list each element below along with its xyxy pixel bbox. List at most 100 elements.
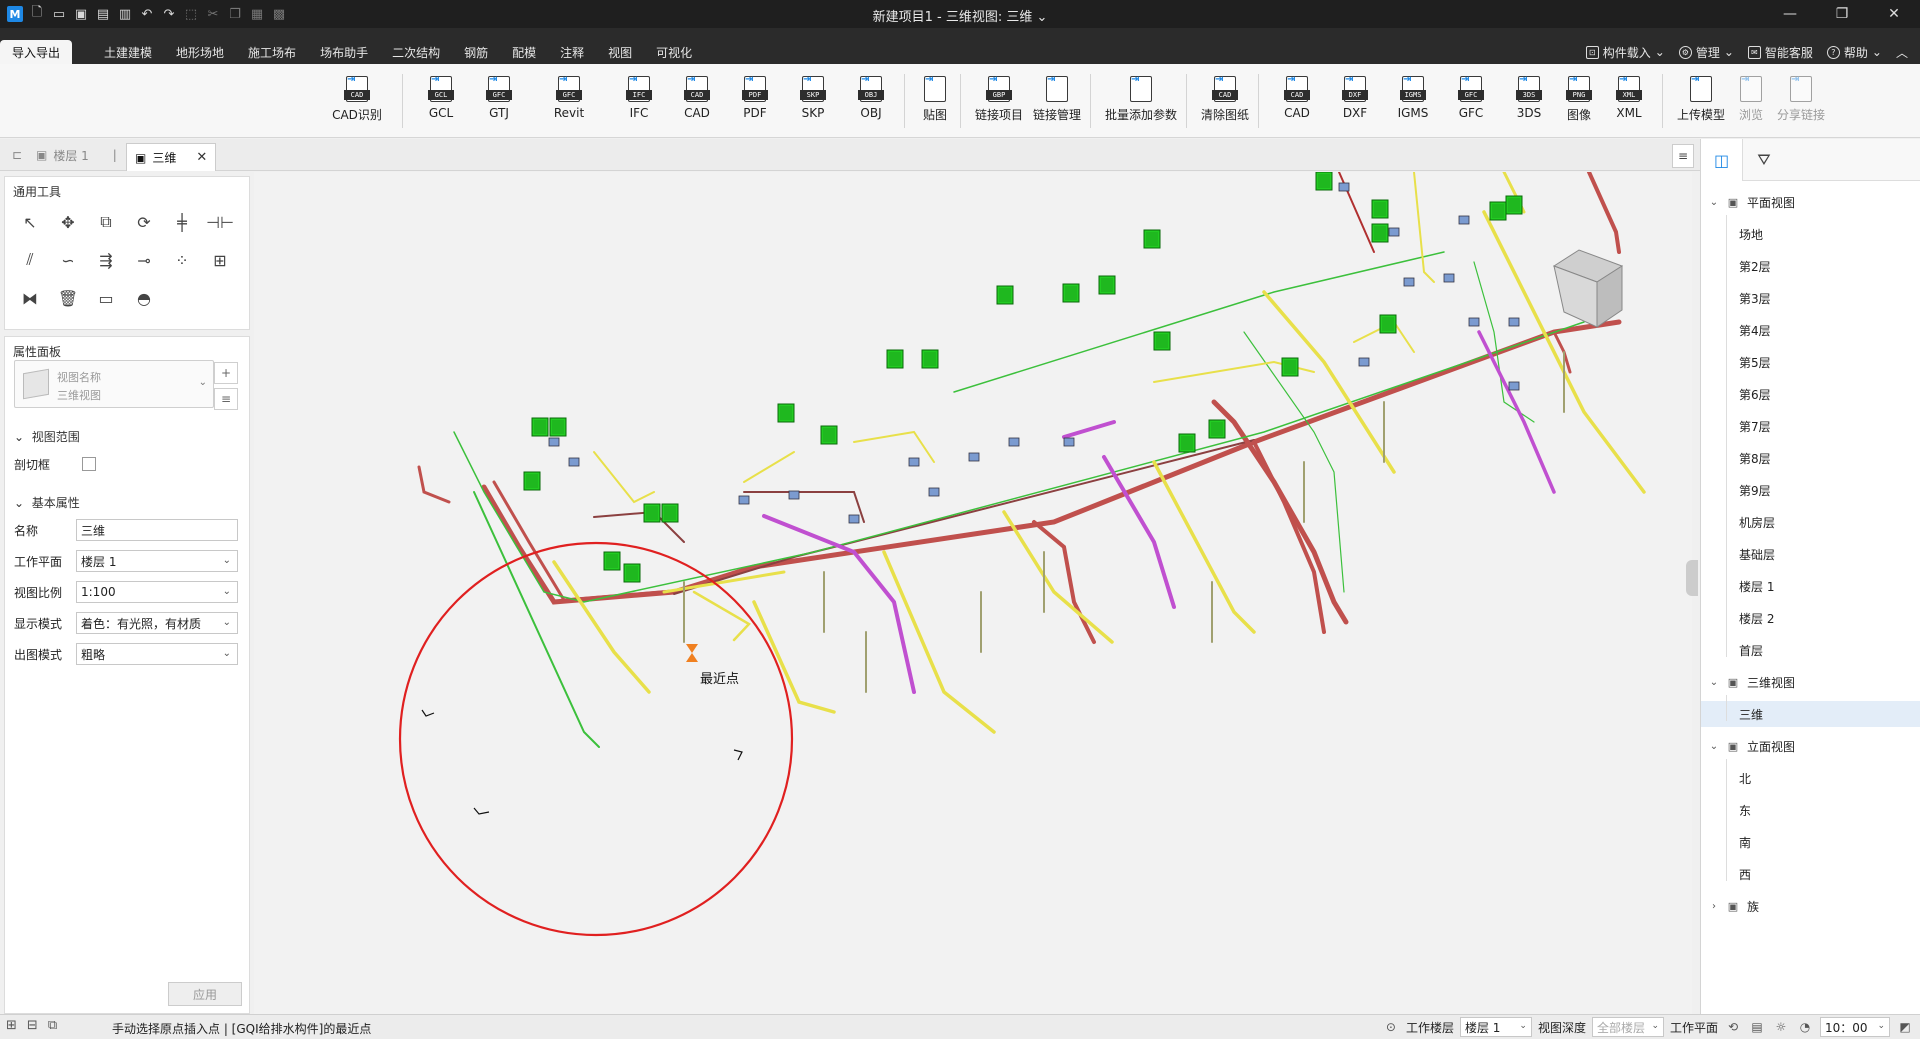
plumbing-fixture[interactable]	[531, 417, 549, 437]
property-value-field[interactable]: 1:100 ⌄	[76, 581, 238, 603]
ribbon-button-6-1[interactable]: ⇥ DXF DXF	[1326, 74, 1384, 120]
split-tool-icon[interactable]: ⊣⊢	[205, 207, 235, 237]
property-value-field[interactable]: 楼层 1 ⌄	[76, 550, 238, 572]
layer-toggle-icon[interactable]: ▤	[1748, 1018, 1766, 1036]
drain-pipe[interactable]	[673, 439, 1255, 595]
tree-group-family[interactable]: › ▣ 族	[1701, 893, 1920, 919]
pipe-fitting[interactable]	[848, 514, 860, 524]
plumbing-fixture[interactable]	[1178, 433, 1196, 453]
vent-pipe[interactable]	[593, 451, 655, 504]
rainwater-pipe[interactable]	[762, 514, 916, 694]
plumbing-fixture[interactable]	[820, 425, 838, 445]
zoom-fit-icon[interactable]: ⊙	[1382, 1018, 1400, 1036]
ribbon-button-6-6[interactable]: ⇥ XML XML	[1600, 74, 1658, 120]
work-plane-icon[interactable]: ⟲	[1724, 1018, 1742, 1036]
tab-menu-3[interactable]: 施工场布	[236, 40, 308, 64]
tree-item[interactable]: 第7层	[1701, 413, 1920, 439]
3d-viewport[interactable]: 最近点	[254, 172, 1692, 1014]
ribbon-button-6-5[interactable]: ⇥ PNG 图像	[1558, 74, 1600, 123]
save-as-icon[interactable]: ▤	[92, 3, 114, 25]
plumbing-fixture[interactable]	[886, 349, 904, 369]
plumbing-fixture[interactable]	[661, 503, 679, 523]
vent-pipe[interactable]	[1152, 460, 1256, 634]
measure-tool-icon[interactable]: ▭	[91, 283, 121, 313]
pipe-fitting[interactable]	[1008, 437, 1020, 447]
building-model[interactable]	[1552, 249, 1624, 328]
close-tab-icon[interactable]: ✕	[196, 150, 207, 165]
plumbing-fixture[interactable]	[1315, 172, 1333, 191]
copy-icon[interactable]: ❐	[224, 3, 246, 25]
component-load-menu[interactable]: ⊡ 构件载入 ⌄	[1585, 44, 1665, 61]
supply-pipe[interactable]	[473, 491, 600, 748]
ribbon-button-1-4[interactable]: ⇥ CAD CAD	[668, 74, 726, 120]
plumbing-fixture[interactable]	[1153, 331, 1171, 351]
pipe-fitting[interactable]	[738, 495, 750, 505]
ribbon-button-1-2[interactable]: ⇥ GFC Revit	[528, 74, 610, 120]
plumbing-fixture[interactable]	[1281, 357, 1299, 377]
cascade-view-icon[interactable]: ⧉	[48, 1018, 57, 1033]
plumbing-fixture[interactable]	[1505, 195, 1523, 215]
minimize-icon[interactable]: —	[1764, 0, 1816, 28]
tree-item[interactable]: 第9层	[1701, 477, 1920, 503]
supply-pipe[interactable]	[953, 251, 1445, 393]
view-settings-button[interactable]: ≡	[214, 388, 238, 410]
maximize-icon[interactable]: ❐	[1816, 0, 1868, 28]
ribbon-button-6-2[interactable]: ⇥ IGMS IGMS	[1384, 74, 1442, 120]
tree-item[interactable]: 楼层 1	[1701, 573, 1920, 599]
tab-menu-6[interactable]: 钢筋	[452, 40, 500, 64]
pipe-fitting[interactable]	[1388, 227, 1400, 237]
tab-menu-0[interactable]: 导入导出	[0, 40, 73, 64]
ribbon-button-4-0[interactable]: ⇥ 批量添加参数	[1100, 74, 1182, 123]
move-tool-icon[interactable]: ✥	[53, 207, 83, 237]
grid-view-icon[interactable]: ⊞	[6, 1018, 17, 1033]
tab-3d-view[interactable]: ▣ 三维 ✕	[126, 143, 217, 171]
filter-icon[interactable]: ⛛	[1743, 139, 1785, 181]
tree-item[interactable]: 楼层 2	[1701, 605, 1920, 631]
ribbon-button-1-7[interactable]: ⇥ OBJ OBJ	[842, 74, 900, 120]
tree-item[interactable]: 南	[1701, 829, 1920, 855]
pipe-fitting[interactable]	[1443, 273, 1455, 283]
tab-overflow-icon[interactable]: ⊏	[4, 143, 30, 167]
tree-item[interactable]: 第3层	[1701, 285, 1920, 311]
delete-tool-icon[interactable]: 🗑	[53, 283, 83, 313]
pipe-fitting[interactable]	[1458, 215, 1470, 225]
vent-pipe[interactable]	[1262, 290, 1396, 474]
tab-menu-9[interactable]: 视图	[596, 40, 644, 64]
drain-pipe[interactable]	[743, 491, 865, 523]
property-value-field[interactable]: 粗略 ⌄	[76, 643, 238, 665]
property-value-field[interactable]: 三维	[76, 519, 238, 541]
group-tool-icon[interactable]: ⊞	[205, 245, 235, 275]
layer-icon[interactable]: ▩	[268, 3, 290, 25]
drain-pipe[interactable]	[492, 480, 686, 602]
tab-menu-4[interactable]: 场布助手	[308, 40, 380, 64]
view-depth-select[interactable]: 全部楼层 ⌄	[1591, 1017, 1664, 1037]
drain-pipe[interactable]	[1587, 172, 1621, 254]
ribbon-button-6-3[interactable]: ⇥ GFC GFC	[1442, 74, 1500, 120]
ribbon-button-6-4[interactable]: ⇥ 3DS 3DS	[1500, 74, 1558, 120]
ribbon-button-7-2[interactable]: ⇥ 分享链接	[1772, 74, 1830, 123]
title-dropdown-icon[interactable]: ⌄	[1036, 10, 1047, 25]
ribbon-button-1-0[interactable]: ⇥ GCL GCL	[412, 74, 470, 120]
drain-pipe[interactable]	[481, 319, 1622, 605]
vent-pipe[interactable]	[882, 550, 996, 734]
plumbing-fixture[interactable]	[1379, 314, 1397, 334]
ribbon-button-7-0[interactable]: ⇥ 上传模型	[1672, 74, 1730, 123]
pipe-fitting[interactable]	[928, 487, 940, 497]
plumbing-fixture[interactable]	[1208, 419, 1226, 439]
vent-pipe[interactable]	[853, 430, 935, 463]
trim-tool-icon[interactable]: ⊸	[129, 245, 159, 275]
tab-menu-2[interactable]: 地形场地	[164, 40, 236, 64]
rainwater-pipe[interactable]	[1477, 330, 1556, 494]
angle-tool-icon[interactable]: ◓	[129, 283, 159, 313]
pipe-fitting[interactable]	[1508, 317, 1520, 327]
ribbon-button-2-0[interactable]: ⇥ 贴图	[914, 74, 956, 123]
rotate-tool-icon[interactable]: ⟳	[129, 207, 159, 237]
ribbon-button-3-0[interactable]: ⇥ GBP 链接项目	[970, 74, 1028, 123]
sun-icon[interactable]: ☼	[1772, 1018, 1790, 1036]
ribbon-collapse-icon[interactable]: ︿	[1896, 44, 1908, 61]
smart-service-button[interactable]: ✉ 智能客服	[1747, 44, 1813, 61]
pipe-fitting[interactable]	[568, 457, 580, 467]
pipe-fitting[interactable]	[1358, 357, 1370, 367]
ribbon-button-3-1[interactable]: ⇥ 链接管理	[1028, 74, 1086, 123]
vent-pipe[interactable]	[752, 600, 836, 714]
